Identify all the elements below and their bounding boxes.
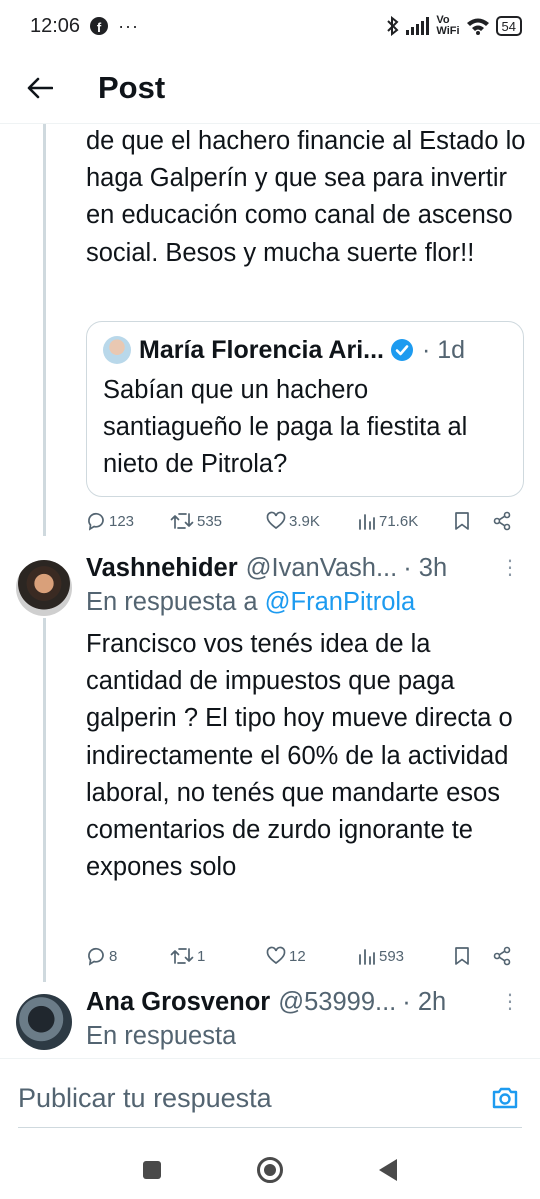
retweet-icon	[170, 948, 194, 964]
views-button[interactable]: 593	[358, 947, 454, 965]
retweet-button[interactable]: 535	[170, 511, 266, 531]
timestamp[interactable]: · 3h	[403, 554, 447, 583]
battery-indicator: 54	[495, 16, 522, 36]
share-icon	[493, 511, 511, 531]
views-button[interactable]: 71.6K	[358, 512, 454, 530]
reply-input[interactable]: Publicar tu respuesta	[18, 1083, 272, 1114]
like-button[interactable]: 12	[266, 946, 358, 966]
wifi-icon	[466, 18, 489, 35]
author-handle[interactable]: @53999...	[278, 988, 396, 1017]
tweet-text: de que el hachero financie al Estado lo …	[86, 127, 526, 267]
app-header: Post	[0, 52, 540, 124]
facebook-icon: f	[90, 17, 109, 35]
thread-connector	[43, 124, 46, 536]
more-options-icon[interactable]: ⋮	[500, 992, 520, 1012]
verified-badge-icon	[390, 339, 413, 361]
avatar[interactable]	[103, 336, 131, 364]
system-nav-bar	[0, 1140, 540, 1199]
home-button[interactable]	[257, 1156, 283, 1183]
author-name[interactable]: Vashnehider	[86, 554, 238, 583]
reply-button[interactable]: 123	[86, 511, 170, 531]
back-button[interactable]	[0, 52, 80, 124]
mention-link[interactable]: @FranPitrola	[265, 588, 416, 616]
more-notifications-icon: ···	[118, 15, 140, 36]
quoted-tweet[interactable]: María Florencia Ari... · 1d Sabían que u…	[86, 321, 524, 497]
views-icon	[359, 949, 375, 965]
tweet-actions: 8 1 12 593	[86, 941, 522, 971]
views-icon	[359, 514, 375, 530]
thread-connector	[43, 618, 46, 982]
like-button[interactable]: 3.9K	[266, 511, 358, 531]
tweet-header: Ana Grosvenor @53999... · 2h ⋮	[86, 984, 526, 1020]
reply-icon	[88, 947, 104, 966]
author-name[interactable]: Ana Grosvenor	[86, 988, 270, 1017]
share-button[interactable]	[492, 511, 512, 531]
heart-icon	[266, 946, 286, 965]
bluetooth-icon	[387, 16, 399, 36]
tweet-actions: 123 535 3.9K 71.6K	[86, 506, 522, 536]
retweet-icon	[170, 513, 194, 529]
tweet-header: Vashnehider @IvanVash... · 3h ⋮	[86, 550, 526, 586]
signal-icon	[406, 17, 430, 35]
reply-composer: Publicar tu respuesta	[0, 1058, 540, 1140]
reply-context: En respuesta a @FranPitrola	[86, 588, 416, 616]
timestamp[interactable]: · 2h	[402, 988, 446, 1017]
page-title: Post	[98, 69, 166, 105]
status-bar: 12:06 f ··· Vo WiFi 54	[0, 0, 540, 52]
share-icon	[493, 946, 511, 966]
reply-icon	[88, 512, 104, 531]
share-button[interactable]	[492, 946, 512, 966]
bookmark-icon	[455, 512, 469, 530]
quote-text: Sabían que un hachero santiagueño le pag…	[103, 376, 468, 478]
clock: 12:06	[30, 14, 81, 37]
bookmark-button[interactable]	[454, 946, 492, 966]
author-handle[interactable]: @IvanVash...	[246, 554, 398, 583]
composer-underline	[18, 1127, 522, 1128]
quote-timestamp: · 1d	[421, 335, 466, 364]
avatar[interactable]	[16, 994, 72, 1050]
heart-icon	[266, 511, 286, 530]
retweet-button[interactable]: 1	[170, 946, 266, 966]
reply-context: En respuesta	[86, 1022, 237, 1050]
bookmark-icon	[455, 947, 469, 965]
camera-icon[interactable]	[490, 1083, 520, 1113]
bookmark-button[interactable]	[454, 511, 492, 531]
recents-button[interactable]	[143, 1160, 161, 1179]
system-back-button[interactable]	[379, 1158, 397, 1181]
avatar[interactable]	[16, 560, 72, 616]
reply-button[interactable]: 8	[86, 946, 170, 966]
quote-author-name[interactable]: María Florencia Ari...	[139, 336, 384, 365]
more-options-icon[interactable]: ⋮	[500, 558, 520, 578]
arrow-left-icon	[27, 77, 53, 98]
vowifi-indicator: Vo WiFi	[436, 14, 460, 37]
tweet-text: Francisco vos tenés idea de la cantidad …	[86, 630, 513, 882]
